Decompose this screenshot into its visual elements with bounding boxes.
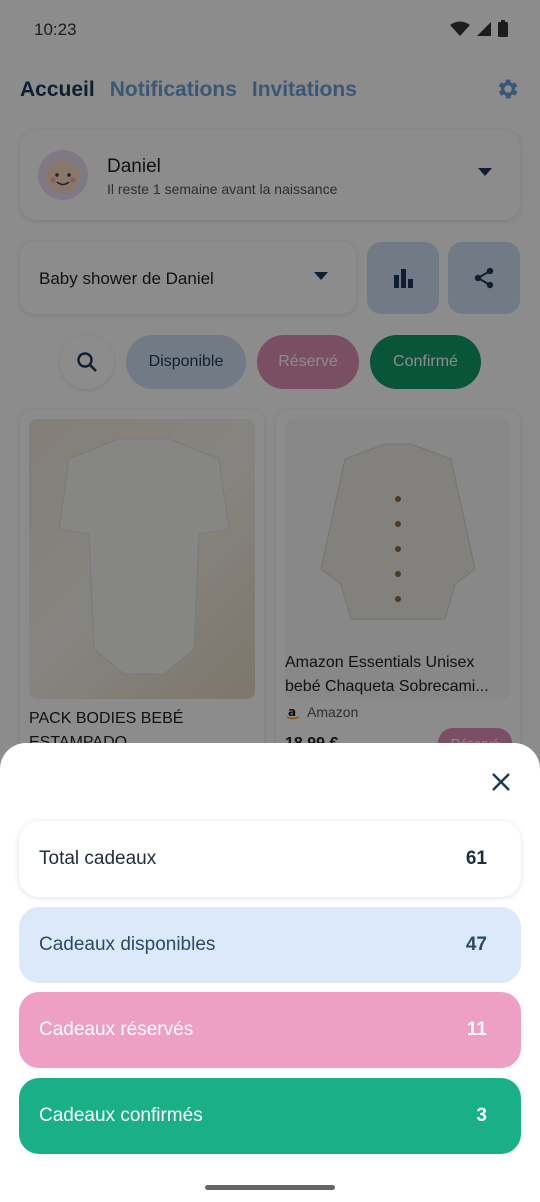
stat-label: Cadeaux confirmés	[39, 1105, 203, 1126]
close-icon[interactable]	[488, 769, 514, 795]
stat-value: 3	[476, 1105, 487, 1126]
stat-value: 61	[465, 848, 487, 869]
stat-disponibles: Cadeaux disponibles 47	[19, 907, 521, 983]
stats-bottom-sheet: Total cadeaux 61 Cadeaux disponibles 47 …	[0, 743, 540, 1202]
stat-label: Cadeaux disponibles	[39, 934, 216, 955]
home-indicator[interactable]	[205, 1185, 335, 1190]
stat-total: Total cadeaux 61	[19, 821, 521, 897]
stat-value: 11	[466, 1019, 487, 1040]
stat-confirmes: Cadeaux confirmés 3	[19, 1078, 521, 1154]
stat-label: Total cadeaux	[39, 848, 157, 869]
stat-reserves: Cadeaux réservés 11	[19, 992, 521, 1068]
stat-label: Cadeaux réservés	[39, 1019, 194, 1040]
stat-value: 47	[465, 934, 487, 955]
